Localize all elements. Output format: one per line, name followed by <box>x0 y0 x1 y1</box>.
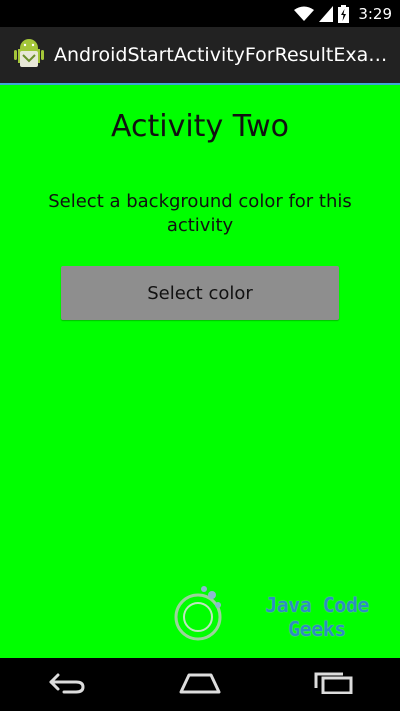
battery-charging-icon <box>338 5 350 23</box>
instruction-text: Select a background color for this activ… <box>48 191 352 236</box>
activity-content: Activity Two Select a background color f… <box>0 85 400 658</box>
recents-button[interactable] <box>303 665 363 705</box>
jcg-logo <box>168 585 228 649</box>
back-icon <box>48 672 86 698</box>
clock: 3:29 <box>358 5 392 23</box>
signal-icon <box>319 6 334 22</box>
home-button[interactable] <box>170 665 230 705</box>
status-bar: 3:29 <box>0 0 400 27</box>
recents-icon <box>313 672 353 698</box>
watermark-text: Java Code Geeks <box>265 593 369 641</box>
navigation-bar <box>0 658 400 711</box>
app-title: AndroidStartActivityForResultExam... <box>54 44 394 66</box>
status-icons: 3:29 <box>294 4 392 24</box>
page-title: Activity Two <box>111 109 289 144</box>
watermark: Java Code Geeks <box>168 585 400 649</box>
wifi-icon <box>294 6 315 22</box>
select-color-button[interactable]: Select color <box>61 266 339 320</box>
action-bar: AndroidStartActivityForResultExam... <box>0 27 400 85</box>
back-button[interactable] <box>37 665 97 705</box>
android-icon[interactable] <box>14 39 44 71</box>
home-icon <box>179 672 221 698</box>
